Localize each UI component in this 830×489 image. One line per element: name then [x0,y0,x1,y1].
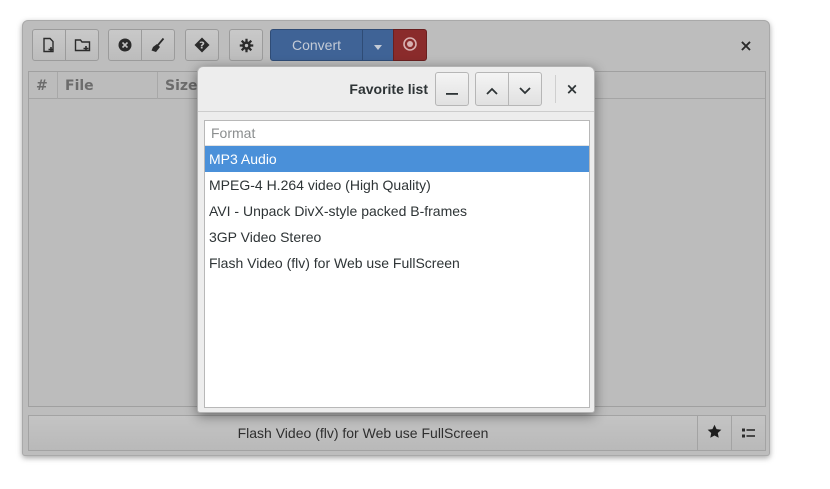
header-divider [198,111,594,112]
dialog-close-button[interactable]: × [560,75,584,103]
broom-icon [150,37,166,53]
status-bar: Flash Video (flv) for Web use FullScreen [28,415,766,451]
folder-add-icon [74,37,91,53]
star-icon [707,424,722,443]
header-separator [555,75,556,103]
help-button[interactable]: ? [185,29,219,61]
gear-icon [239,38,254,53]
favorite-list-dialog: Favorite list × Format MP3 Audio MPEG-4 … [197,66,595,413]
help-diamond-icon: ? [194,37,210,53]
list-item[interactable]: MP3 Audio [205,146,589,172]
convert-dropdown-button[interactable] [362,29,394,61]
move-down-button[interactable] [508,72,542,106]
list-item[interactable]: 3GP Video Stereo [205,224,589,250]
selected-format-label[interactable]: Flash Video (flv) for Web use FullScreen [29,416,697,450]
file-add-icon [41,37,57,53]
favorite-format-list[interactable]: Format MP3 Audio MPEG-4 H.264 video (Hig… [204,120,590,408]
convert-button[interactable]: Convert [270,29,363,61]
record-stop-icon [403,36,417,55]
remove-button[interactable] [108,29,142,61]
svg-text:?: ? [199,41,205,52]
minus-icon [446,80,458,99]
format-column-header[interactable]: Format [205,121,589,146]
clear-button[interactable] [141,29,175,61]
column-file[interactable]: File [58,72,158,99]
chevron-up-icon [486,80,498,99]
list-icon [742,424,755,443]
chevron-down-icon [373,36,383,55]
window-close-button[interactable]: × [735,32,757,58]
list-item[interactable]: Flash Video (flv) for Web use FullScreen [205,250,589,276]
move-up-button[interactable] [475,72,509,106]
add-folder-button[interactable] [65,29,99,61]
format-list-button[interactable] [731,416,765,450]
remove-circle-icon [118,38,132,52]
list-item[interactable]: MPEG-4 H.264 video (High Quality) [205,172,589,198]
chevron-down-icon [519,80,531,99]
dialog-title: Favorite list [349,81,428,97]
settings-button[interactable] [229,29,263,61]
remove-favorite-button[interactable] [435,72,469,106]
stop-button[interactable] [393,29,427,61]
list-item[interactable]: AVI - Unpack DivX-style packed B-frames [205,198,589,224]
add-file-button[interactable] [32,29,66,61]
column-number[interactable]: # [29,72,58,99]
favorite-button[interactable] [697,416,731,450]
